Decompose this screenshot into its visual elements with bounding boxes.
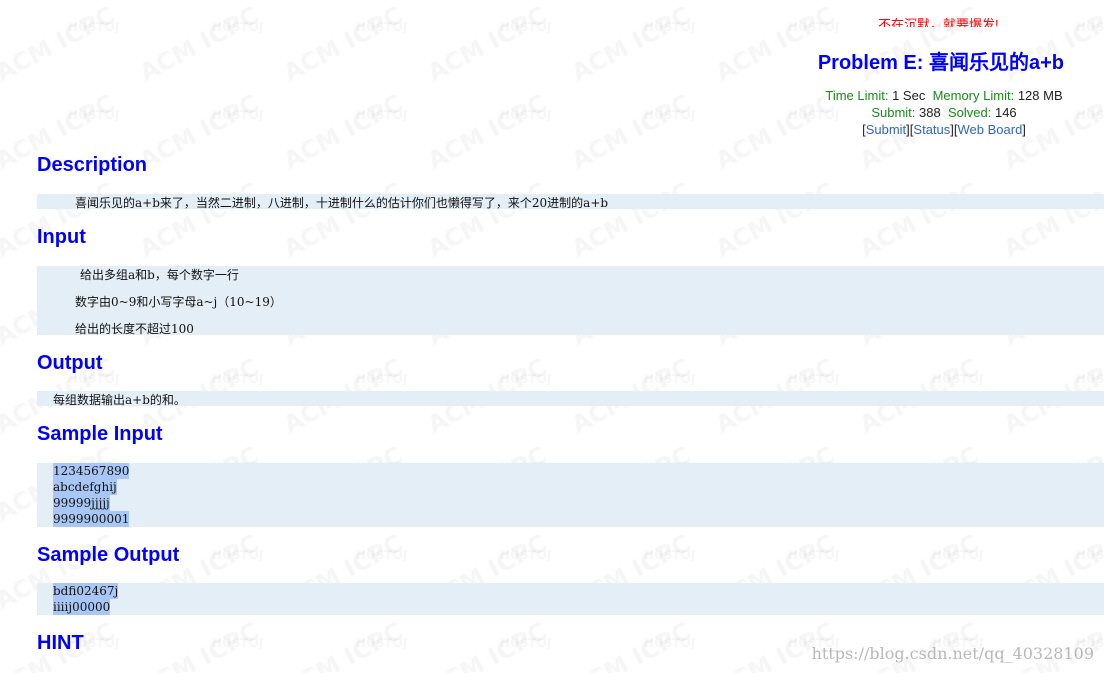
solved-count-label: Solved: — [947, 105, 992, 120]
stats-row: Submit: 388 Solved: 146 — [760, 104, 1104, 121]
description-text: 喜闻乐见的a+b来了，当然二进制，八进制，十进制什么的估计你们也懒得写了，来个2… — [75, 196, 609, 210]
input-line: 数字由0~9和小写字母a~j（10~19） — [75, 295, 282, 309]
problem-links: [Submit][Status][Web Board] — [862, 122, 1026, 137]
problem-page: 不在沉默，就要爆发! Problem E: 喜闻乐见的a+b Time Limi… — [0, 0, 1104, 673]
problem-limits: Time Limit: 1 Sec Memory Limit: 128 MB S… — [760, 87, 1104, 138]
hint-heading: HINT — [37, 632, 84, 654]
time-limit-value: 1 Sec — [892, 88, 926, 103]
output-block: 每组数据输出a+b的和。 — [37, 391, 1104, 407]
memory-limit-value: 128 MB — [1017, 88, 1063, 103]
sample-output-line: iiiij00000 — [53, 599, 111, 615]
description-block: 喜闻乐见的a+b来了，当然二进制，八进制，十进制什么的估计你们也懒得写了，来个2… — [37, 194, 1104, 210]
blog-url-watermark: https://blog.csdn.net/qq_40328109 — [811, 644, 1094, 663]
problem-title: Problem E: 喜闻乐见的a+b — [817, 52, 1064, 74]
sample-input-line: 1234567890 — [53, 463, 130, 479]
submit-link[interactable]: Submit — [866, 122, 906, 137]
input-heading: Input — [37, 226, 86, 248]
sample-output-line: bdfi02467j — [53, 583, 119, 599]
limits-row: Time Limit: 1 Sec Memory Limit: 128 MB — [760, 87, 1104, 104]
sample-output-heading: Sample Output — [37, 544, 180, 566]
notice-marquee: 不在沉默，就要爆发! — [878, 18, 999, 27]
sample-input-line: 9999900001 — [53, 511, 130, 527]
time-limit-label: Time Limit: — [825, 88, 889, 103]
input-line: 给出多组a和b，每个数字一行 — [80, 268, 239, 282]
input-block: 给出多组a和b，每个数字一行 数字由0~9和小写字母a~j（10~19） 给出的… — [37, 266, 1104, 336]
web-board-link[interactable]: Web Board — [958, 122, 1023, 137]
solved-count-value: 146 — [994, 105, 1017, 120]
sample-input-block[interactable]: 1234567890 abcdefghij 99999jjjjj 9999900… — [37, 463, 1104, 527]
description-heading: Description — [37, 154, 148, 176]
input-line: 给出的长度不超过100 — [75, 322, 194, 336]
submit-count-value: 388 — [919, 105, 941, 120]
output-heading: Output — [37, 352, 103, 374]
memory-limit-label: Memory Limit: — [932, 88, 1015, 103]
sample-input-line: 99999jjjjj — [53, 495, 110, 511]
sample-input-heading: Sample Input — [37, 423, 163, 445]
status-link[interactable]: Status — [913, 122, 950, 137]
sample-input-line: abcdefghij — [53, 479, 117, 495]
sample-output-block[interactable]: bdfi02467j iiiij00000 — [37, 583, 1104, 615]
output-text: 每组数据输出a+b的和。 — [53, 393, 186, 407]
submit-count-label: Submit: — [871, 105, 916, 120]
